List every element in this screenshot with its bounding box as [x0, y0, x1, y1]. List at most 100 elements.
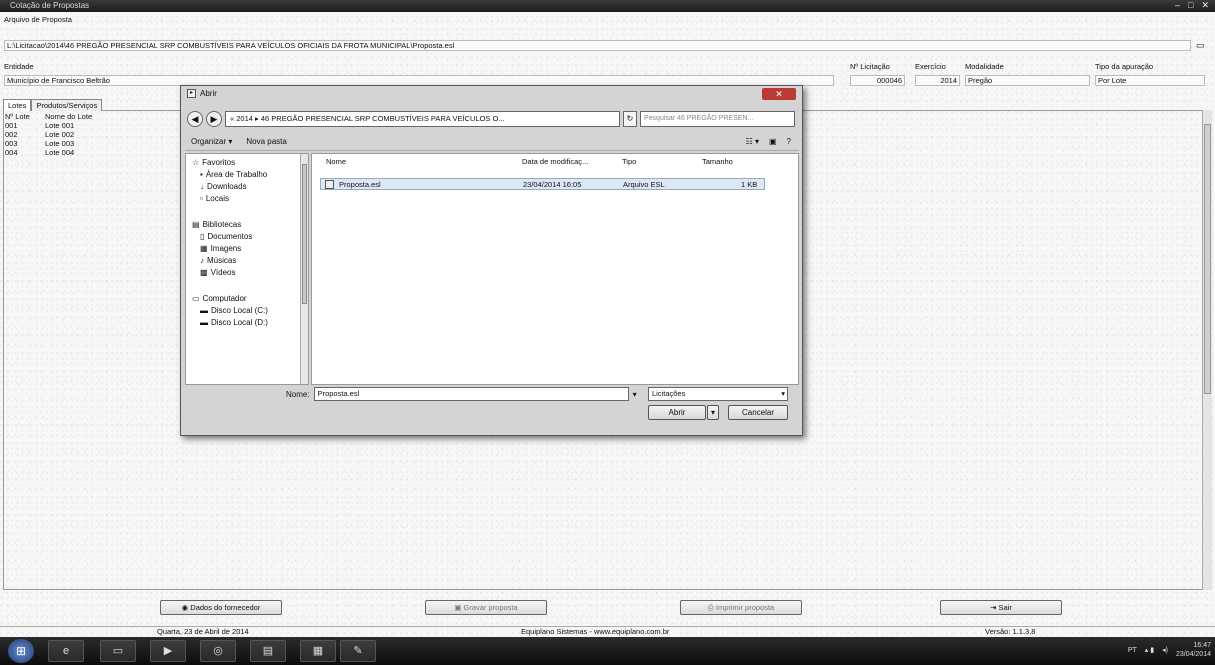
windows-start-icon[interactable]: ⊞ [8, 639, 34, 663]
lote-name: Lote 001 [45, 121, 75, 130]
file-row[interactable]: Proposta.esl 23/04/2014 16:05 Arquivo ES… [320, 178, 765, 190]
file-name: Proposta.esl [339, 180, 381, 189]
gravar-proposta-button[interactable]: ▣ Gravar proposta [425, 600, 547, 615]
status-bar: Quarta, 23 de Abril de 2014 Equiplano Si… [0, 626, 1215, 636]
chevron-down-icon[interactable]: ▾ [633, 390, 637, 399]
cancel-button[interactable]: Cancelar [728, 405, 788, 420]
lote-name: Lote 003 [45, 139, 75, 148]
open-options-button[interactable]: ▾ [707, 405, 719, 420]
folder-browse-icon[interactable]: ▭ [1196, 40, 1205, 51]
file-type-select[interactable]: Licitações ▾ [648, 387, 788, 401]
chrome-icon[interactable]: ◎ [200, 640, 236, 662]
tab-lotes[interactable]: Lotes [3, 99, 32, 111]
music-icon: ♪ [200, 256, 204, 265]
column-header-tamanho[interactable]: Tamanho [702, 157, 733, 166]
image-icon: ▦ [200, 244, 208, 253]
organize-menu[interactable]: Organizar ▾ [191, 137, 232, 146]
nav-downloads[interactable]: ↓ Downloads [200, 182, 247, 191]
sair-button[interactable]: ⇥ Sair [940, 600, 1062, 615]
network-icon[interactable]: ▴ ▮ [1145, 646, 1154, 654]
nav-imagens[interactable]: ▦ Imagens [200, 244, 241, 253]
modalidade-label: Modalidade [965, 62, 1004, 71]
refresh-icon[interactable]: ↻ [623, 111, 637, 127]
column-header-tipo[interactable]: Tipo [622, 157, 636, 166]
file-date: 23/04/2014 16:05 [523, 180, 582, 189]
column-header-numero[interactable]: Nº Lote [5, 112, 45, 121]
arquivo-path-field[interactable]: L:\Licitacao\2014\46 PREGÃO PRESENCIAL S… [4, 40, 1191, 51]
new-folder-button[interactable]: Nova pasta [246, 137, 286, 146]
chevron-down-icon: ▾ [781, 389, 785, 398]
tools-icon[interactable]: ✎ [340, 640, 376, 662]
taskbar: ⊞ e ▭ ▶ ◎ ▤ ▦ ✎ PT ▴ ▮ ◂) 16:47 23/04/20… [0, 637, 1215, 665]
forward-arrow-icon[interactable]: ▶ [206, 111, 222, 127]
scrollbar-thumb[interactable] [302, 164, 307, 304]
nav-disco-d[interactable]: ▬ Disco Local (D:) [200, 318, 268, 327]
address-bar[interactable]: « 2014 ▸ 46 PREGÃO PRESENCIAL SRP COMBUS… [225, 111, 620, 127]
search-input[interactable]: Pesquisar 46 PREGÃO PRESEN... [640, 111, 795, 127]
dialog-close-button[interactable]: ✕ [762, 88, 796, 100]
presentation-icon[interactable]: ▦ [300, 640, 336, 662]
nav-label: Downloads [207, 182, 247, 191]
exercicio-label: Exercício [915, 62, 946, 71]
open-file-dialog: ▸ Abrir ✕ ◀ ▶ « 2014 ▸ 46 PREGÃO PRESENC… [180, 85, 803, 436]
computer-icon: ▭ [192, 294, 200, 303]
volume-icon[interactable]: ◂) [1162, 646, 1168, 654]
file-list: Nome Data de modificaç... Tipo Tamanho P… [311, 153, 799, 385]
lotes-table: Nº Lote Nome do Lote 001 Lote 001 002 Lote… [5, 112, 180, 157]
open-folder-icon: ▸ [187, 89, 196, 98]
nav-label: Área de Trabalho [205, 170, 268, 179]
nav-pane-scrollbar[interactable] [300, 154, 308, 384]
nav-favoritos[interactable]: ☆ Favoritos [192, 158, 235, 167]
nav-videos[interactable]: ▩ Vídeos [200, 268, 235, 277]
filename-input[interactable]: Proposta.esl [313, 387, 629, 401]
exit-icon: ⇥ [990, 603, 999, 612]
column-header-data[interactable]: Data de modificaç... [522, 157, 588, 166]
supplier-icon: ◉ [181, 603, 191, 612]
column-header-nome[interactable]: Nome [326, 157, 346, 166]
nav-area-de-trabalho[interactable]: ▪ Área de Trabalho [200, 170, 267, 179]
nav-label: Bibliotecas [202, 220, 242, 229]
minimize-button[interactable]: – [1175, 0, 1180, 11]
app-icon[interactable]: ▤ [250, 640, 286, 662]
folder-icon[interactable]: ▭ [100, 640, 136, 662]
nav-bibliotecas[interactable]: ▤ Bibliotecas [192, 220, 241, 229]
button-label: Gravar proposta [463, 603, 518, 612]
desktop-icon: ▪ [200, 170, 203, 179]
help-icon[interactable]: ? [787, 137, 791, 146]
tab-produtos-servicos[interactable]: Produtos/Serviços [31, 99, 103, 111]
button-label: Sair [998, 603, 1012, 612]
file-type: Arquivo ESL [623, 180, 665, 189]
open-button[interactable]: Abrir [648, 405, 706, 420]
lote-number: 004 [5, 148, 18, 157]
imprimir-proposta-button[interactable]: ⎙ Imprimir proposta [680, 600, 802, 615]
scrollbar-thumb[interactable] [1204, 124, 1211, 394]
dialog-navbar: ◀ ▶ « 2014 ▸ 46 PREGÃO PRESENCIAL SRP CO… [187, 109, 797, 129]
lote-number: 003 [5, 139, 18, 148]
main-scrollbar[interactable] [1202, 110, 1212, 590]
licitacao-label: Nº Licitação [850, 62, 890, 71]
clock[interactable]: 16:47 23/04/2014 [1176, 641, 1211, 659]
column-header-nome[interactable]: Nome do Lote [45, 112, 165, 121]
maximize-button[interactable]: □ [1188, 0, 1193, 11]
nav-locais[interactable]: ▫ Locais [200, 194, 229, 203]
nav-musicas[interactable]: ♪ Músicas [200, 256, 236, 265]
nav-computador[interactable]: ▭ Computador [192, 294, 247, 303]
table-row[interactable]: 001 Lote 001 [5, 121, 180, 130]
close-button[interactable]: ✕ [1201, 0, 1209, 11]
nav-documentos[interactable]: ▯ Documentos [200, 232, 252, 241]
browser-icon[interactable]: e [48, 640, 84, 662]
open-button-label: Abrir [668, 408, 686, 417]
nav-disco-c[interactable]: ▬ Disco Local (C:) [200, 306, 268, 315]
media-player-icon[interactable]: ▶ [150, 640, 186, 662]
view-options-icon[interactable]: ☷ ▾ [746, 137, 759, 146]
language-indicator[interactable]: PT [1128, 647, 1137, 654]
file-size: 1 KB [741, 180, 758, 189]
table-row[interactable]: 004 Lote 004 [5, 148, 180, 157]
back-arrow-icon[interactable]: ◀ [187, 111, 203, 127]
apuracao-label: Tipo da apuração [1095, 62, 1154, 71]
preview-pane-icon[interactable]: ▣ [769, 137, 777, 146]
table-row[interactable]: 003 Lote 003 [5, 139, 180, 148]
table-row[interactable]: 002 Lote 002 [5, 130, 180, 139]
dados-fornecedor-button[interactable]: ◉ Dados do fornecedor [160, 600, 282, 615]
dialog-title: Abrir [200, 89, 217, 98]
